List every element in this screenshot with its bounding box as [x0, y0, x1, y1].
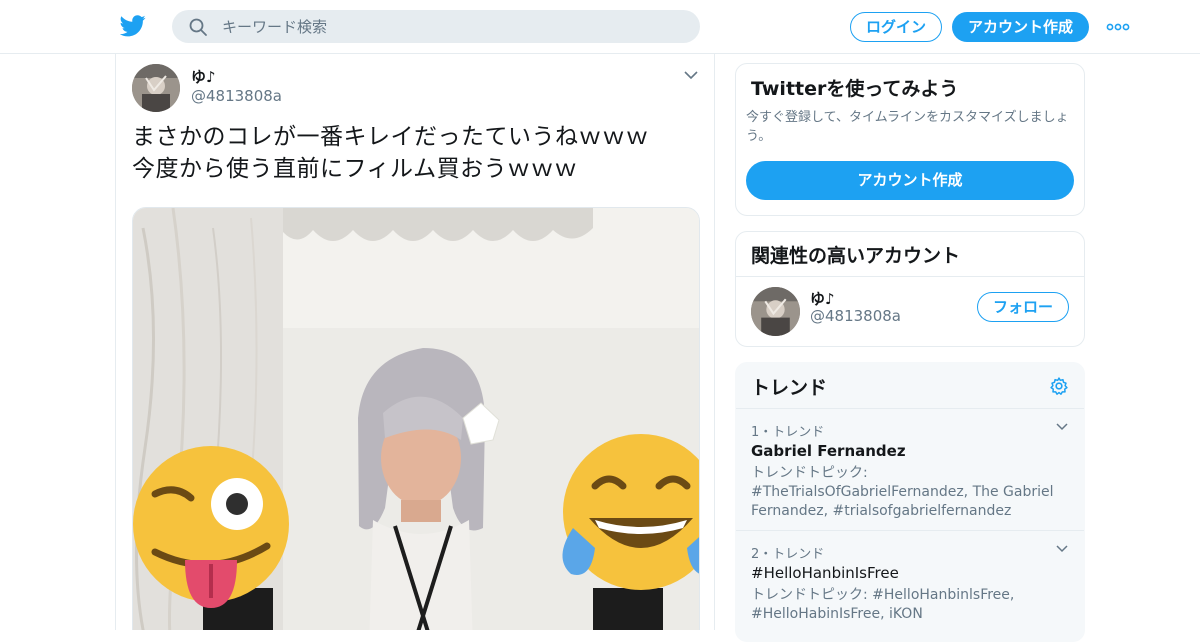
follow-button[interactable]: フォロー: [977, 292, 1069, 322]
related-accounts-card: 関連性の高いアカウント ゆ♪ @4813808a フォロー: [735, 231, 1085, 347]
search-input[interactable]: [222, 10, 682, 43]
signup-card-description: 今すぐ登録して、タイムラインをカスタマイズしましょう。: [746, 110, 1069, 144]
signup-card-title: Twitterを使ってみよう: [751, 78, 959, 100]
tweet-card: ゆ♪ @4813808a まさかのコレが一番キレイだったていうねｗｗｗ 今度から…: [115, 54, 715, 630]
account-name[interactable]: ゆ♪: [810, 288, 835, 309]
signup-card-button[interactable]: アカウント作成: [746, 161, 1074, 200]
author-handle[interactable]: @4813808a: [191, 87, 282, 105]
signup-button[interactable]: アカウント作成: [952, 12, 1089, 42]
divider: [736, 276, 1084, 277]
search-box[interactable]: [172, 10, 700, 43]
chevron-down-icon[interactable]: [684, 70, 698, 80]
tweet-photo[interactable]: [132, 207, 700, 630]
trend-meta: 2・トレンド: [751, 547, 825, 562]
account-handle[interactable]: @4813808a: [810, 307, 901, 325]
trend-meta: 1・トレンド: [751, 425, 825, 440]
login-button[interactable]: ログイン: [850, 12, 942, 42]
trends-card: トレンド 1・トレンド Gabriel Fernandez トレンドトピック: …: [735, 362, 1085, 642]
trend-item[interactable]: 2・トレンド #HelloHanbinIsFree トレンドトピック: #Hel…: [736, 530, 1084, 641]
trend-description: トレンドトピック: #TheTrialsOfGabrielFernandez, …: [751, 465, 1054, 519]
author-name[interactable]: ゆ♪: [191, 66, 216, 87]
search-icon: [189, 18, 207, 36]
trend-name[interactable]: Gabriel Fernandez: [751, 442, 906, 460]
trend-name[interactable]: #HelloHanbinIsFree: [751, 564, 899, 582]
avatar[interactable]: [751, 287, 800, 336]
trend-item[interactable]: 1・トレンド Gabriel Fernandez トレンドトピック: #TheT…: [736, 408, 1084, 530]
twitter-bird-icon[interactable]: [120, 14, 146, 38]
avatar[interactable]: [132, 64, 180, 112]
signup-card: Twitterを使ってみよう 今すぐ登録して、タイムラインをカスタマイズしましょ…: [735, 63, 1085, 216]
tweet-text-line: まさかのコレが一番キレイだったていうねｗｗｗ: [132, 124, 649, 150]
tweet-text-line: 今度から使う直前にフィルム買おうｗｗｗ: [132, 156, 578, 182]
more-dots-icon[interactable]: [1106, 22, 1130, 32]
trends-title: トレンド: [751, 377, 828, 399]
tweet-text: まさかのコレが一番キレイだったていうねｗｗｗ 今度から使う直前にフィルム買おうｗ…: [132, 121, 692, 185]
trend-description: トレンドトピック: #HelloHanbinlsFree, #HelloHabi…: [751, 587, 1015, 622]
related-accounts-title: 関連性の高いアカウント: [751, 245, 961, 267]
chevron-down-icon[interactable]: [1056, 423, 1068, 431]
chevron-down-icon[interactable]: [1056, 545, 1068, 553]
top-navigation-bar: ログイン アカウント作成: [0, 0, 1200, 54]
gear-icon[interactable]: [1049, 376, 1069, 396]
